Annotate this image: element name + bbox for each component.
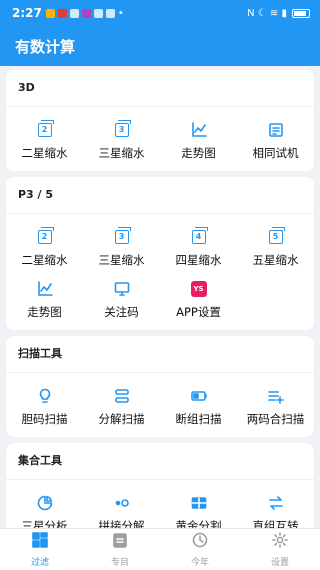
icon-digit: 3: [114, 227, 131, 244]
icon-digit: 3: [114, 120, 131, 137]
tool-item[interactable]: 两码合扫描: [237, 381, 314, 433]
tool-item-label: 走势图: [181, 146, 216, 160]
grid-icon: [190, 494, 208, 512]
tool-item[interactable]: YS APP设置: [160, 274, 237, 326]
tool-item[interactable]: 相同试机: [237, 115, 314, 167]
nav-tab[interactable]: 设置: [240, 529, 320, 570]
notification-icon: [57, 8, 67, 18]
tool-item-label: 相同试机: [252, 146, 299, 160]
ys-badge: YS: [190, 281, 207, 297]
three-box-icon: 3: [113, 227, 131, 246]
two-box-icon: 2: [36, 120, 54, 139]
tool-item[interactable]: 3 三星缩水: [83, 115, 160, 167]
main-content: 3D 2 二星缩水 3 三星缩水 走势图 相同试机 P3 / 5 2 二星缩水 3 三星缩水 4 四星缩水…: [6, 70, 314, 550]
nav-tab-label: 专目: [110, 558, 129, 568]
tool-item-label: 胆码扫描: [21, 412, 68, 426]
tool-item[interactable]: 走势图: [160, 115, 237, 167]
nav-tab[interactable]: 专目: [80, 529, 160, 570]
tool-item[interactable]: 走势图: [6, 274, 83, 326]
section-title: 集合工具: [18, 454, 62, 467]
icon-digit: 4: [191, 227, 208, 244]
trend-chart-icon: [190, 121, 208, 139]
section-card: P3 / 5 2 二星缩水 3 三星缩水 4 四星缩水 5 五星缩水走势图 关注码 YS APP设置: [6, 177, 314, 330]
tool-item-label: 四星缩水: [175, 253, 222, 267]
split-icon: [113, 387, 131, 405]
tool-item-label: 三星缩水: [98, 253, 145, 267]
tool-item-label: 三星缩水: [98, 146, 145, 160]
tool-item-label: 关注码: [104, 305, 139, 319]
dashboard-icon: [31, 531, 49, 553]
nav-tab-label: 过滤: [30, 558, 49, 568]
battery-icon: [292, 8, 310, 18]
tool-item[interactable]: 3 三星缩水: [83, 222, 160, 274]
tool-grid: 胆码扫描 分解扫描 断组扫描 两码合扫描: [6, 373, 314, 437]
nav-tab[interactable]: 今年: [160, 529, 240, 570]
tool-item[interactable]: 分解扫描: [83, 381, 160, 433]
notification-icon: [93, 8, 103, 18]
tool-item[interactable]: 断组扫描: [160, 381, 237, 433]
icon-digit: 5: [268, 227, 285, 244]
tool-item[interactable]: 关注码: [83, 274, 160, 326]
tool-item-label: 断组扫描: [175, 412, 222, 426]
dots-icon: [113, 494, 131, 512]
section-title: 扫描工具: [18, 347, 62, 360]
trend-chart-icon: [36, 280, 54, 298]
five-box-icon: 5: [267, 227, 285, 246]
section-title: 3D: [18, 81, 35, 94]
battery-icon: [190, 387, 208, 405]
app-title: 有数计算: [15, 37, 76, 56]
tool-item-label: 二星缩水: [21, 253, 68, 267]
notification-icon: [69, 8, 79, 18]
document-icon: [267, 121, 285, 139]
tool-item[interactable]: 5 五星缩水: [237, 222, 314, 274]
tool-item[interactable]: 2 二星缩水: [6, 222, 83, 274]
more-dots-icon: •: [117, 7, 124, 19]
tool-item-label: 五星缩水: [252, 253, 299, 267]
notification-icon: [105, 8, 115, 18]
swap-icon: [267, 494, 285, 512]
tool-item-label: 两码合扫描: [246, 412, 305, 426]
pie-icon: [36, 494, 54, 512]
tool-item[interactable]: 胆码扫描: [6, 381, 83, 433]
notification-icon: [81, 8, 91, 18]
tool-grid: 2 二星缩水 3 三星缩水 走势图 相同试机: [6, 107, 314, 171]
clipboard-icon: [111, 531, 129, 553]
tool-item-label: 二星缩水: [21, 146, 68, 160]
clock-icon: [191, 531, 209, 553]
status-time: 2:27: [12, 6, 42, 20]
tool-grid: 2 二星缩水 3 三星缩水 4 四星缩水 5 五星缩水走势图 关注码 YS APP设置: [6, 214, 314, 330]
nav-tab-label: 设置: [270, 558, 289, 568]
nav-tab[interactable]: 过滤: [0, 529, 80, 570]
list-add-icon: [267, 387, 285, 405]
four-box-icon: 4: [190, 227, 208, 246]
icon-digit: 2: [37, 227, 54, 244]
ys-logo-icon: YS: [190, 280, 208, 298]
status-icons: N ☾ ≋ ▮: [247, 7, 287, 19]
icon-digit: 2: [37, 120, 54, 137]
tool-item[interactable]: 2 二星缩水: [6, 115, 83, 167]
bottom-nav: 过滤 专目 今年 设置: [0, 528, 320, 570]
tool-item[interactable]: 4 四星缩水: [160, 222, 237, 274]
two-box-icon: 2: [36, 227, 54, 246]
tool-item-label: 走势图: [27, 305, 62, 319]
notification-icon: [45, 8, 55, 18]
section-card: 3D 2 二星缩水 3 三星缩水 走势图 相同试机: [6, 70, 314, 171]
monitor-icon: [113, 280, 131, 298]
status-bar: 2:27 • N ☾ ≋ ▮: [0, 0, 320, 26]
section-card: 扫描工具胆码扫描 分解扫描 断组扫描 两码合扫描: [6, 336, 314, 437]
section-title: P3 / 5: [18, 188, 54, 201]
app-bar: 有数计算: [0, 26, 320, 66]
three-box-icon: 3: [113, 120, 131, 139]
nav-tab-label: 今年: [190, 558, 209, 568]
tool-item-label: 分解扫描: [98, 412, 145, 426]
tool-item-label: APP设置: [176, 305, 221, 319]
lightbulb-icon: [36, 387, 54, 405]
gear-icon: [271, 531, 289, 553]
